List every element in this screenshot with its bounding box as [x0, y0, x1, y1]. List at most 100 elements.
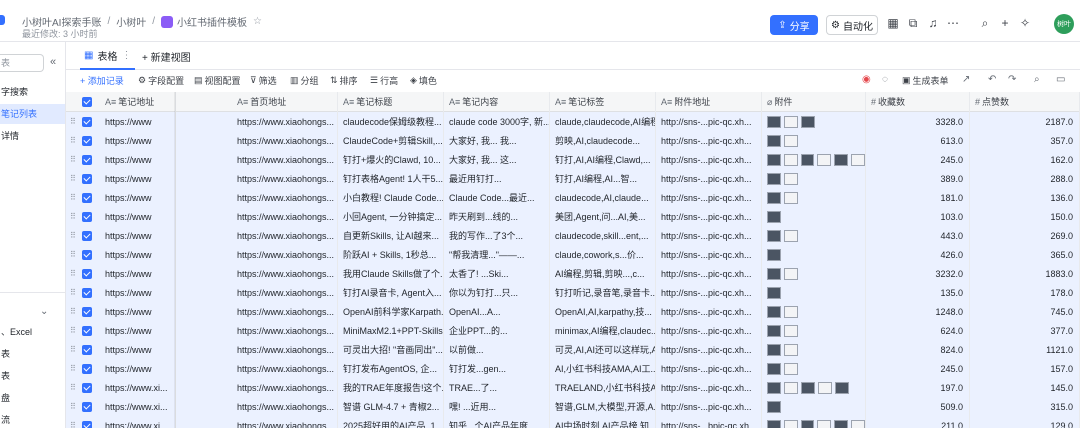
cell-note-tags[interactable]: 智谱,GLM,大模型,开源,A... [550, 397, 656, 417]
cell-note-content[interactable]: 大家好, 我... 我... [444, 131, 550, 151]
cell-attachment-url[interactable]: http://sns-...pic-qc.xh... [656, 150, 762, 170]
cell-note-url[interactable]: https://www [100, 302, 176, 322]
attachment-thumbnail[interactable] [801, 382, 815, 394]
row-checkbox[interactable] [82, 288, 92, 298]
field-config-button[interactable]: ⚙ 字段配置 [138, 74, 184, 87]
view-config-button[interactable]: ▤ 视图配置 [194, 74, 241, 87]
drag-handle-icon[interactable]: ⠿ [70, 207, 76, 227]
automation-button[interactable]: ⚙ 自动化 [826, 15, 878, 35]
share-button[interactable]: ⇪ 分享 [770, 15, 818, 35]
table-row[interactable]: ⠿ https://www.xi... https://www.xiaohongs.… [66, 397, 1080, 417]
cell-attachment-url[interactable]: http://sns-...bpic-qc.xh... [656, 416, 762, 428]
cell-note-title[interactable]: 2025超好用的AI产品, 1... [338, 416, 444, 428]
cell-attachment-url[interactable]: http://sns-...pic-qc.xh... [656, 112, 762, 132]
cell-note-url[interactable]: https://www [100, 188, 176, 208]
cell-home-url[interactable]: https://www.xiaohongs... [232, 416, 338, 428]
cell-note-tags[interactable]: OpenAI,AI,karpathy,技... [550, 302, 656, 322]
cell-favorites[interactable]: 3232.0 [866, 264, 970, 284]
cell-note-tags[interactable]: 美团,Agent,问...AI,美... [550, 207, 656, 227]
cell-attachment-url[interactable]: http://sns-...pic-qc.xh... [656, 169, 762, 189]
cell-likes[interactable]: 145.0 [970, 378, 1080, 398]
ai-assist-icon[interactable]: ◌ [882, 74, 888, 85]
cell-home-url[interactable]: https://www.xiaohongs... [232, 150, 338, 170]
drag-handle-icon[interactable]: ⠿ [70, 283, 76, 303]
cell-likes[interactable]: 315.0 [970, 397, 1080, 417]
column-header-favorites[interactable]: # 收藏数 [866, 92, 970, 112]
cell-note-content[interactable]: OpenAI...A... [444, 302, 550, 322]
drag-handle-icon[interactable]: ⠿ [70, 169, 76, 189]
drag-handle-icon[interactable]: ⠿ [70, 416, 76, 428]
cell-attachment-url[interactable]: http://sns-...pic-qc.xh... [656, 378, 762, 398]
cell-note-url[interactable]: https://www [100, 340, 176, 360]
group-button[interactable]: ▥ 分组 [290, 74, 319, 87]
drag-handle-icon[interactable]: ⠿ [70, 340, 76, 360]
search-icon[interactable]: ⌕ [978, 16, 992, 30]
table-row[interactable]: ⠿ https://www https://www.xiaohongs... 自更新S… [66, 226, 1080, 246]
table-row[interactable]: ⠿ https://www https://www.xiaohongs... 我用Cl… [66, 264, 1080, 284]
attachment-thumbnail[interactable] [767, 401, 781, 413]
attachment-thumbnail[interactable] [784, 135, 798, 147]
plugin-icon[interactable]: ⧉ [906, 16, 920, 30]
cell-home-url[interactable]: https://www.xiaohongs... [232, 359, 338, 379]
cell-note-url[interactable]: https://www.xi... [100, 378, 176, 398]
table-row[interactable]: ⠿ https://www https://www.xiaohongs... Clau… [66, 131, 1080, 151]
sidebar-search-input[interactable]: 表 [0, 54, 44, 72]
share-view-icon[interactable]: ↗ [962, 74, 970, 85]
row-checkbox[interactable] [82, 345, 92, 355]
table-row[interactable]: ⠿ https://www https://www.xiaohongs... 可灵出大… [66, 340, 1080, 360]
cell-home-url[interactable]: https://www.xiaohongs... [232, 302, 338, 322]
cell-note-content[interactable]: 昨天刷到...线的... [444, 207, 550, 227]
attachment-thumbnail[interactable] [784, 382, 798, 394]
cell-note-url[interactable]: https://www [100, 112, 176, 132]
attachment-thumbnail[interactable] [767, 325, 781, 337]
comment-icon[interactable]: ▭ [1056, 74, 1065, 85]
column-header-note-tags[interactable]: A≡ 笔记标签 [550, 92, 656, 112]
cell-note-content[interactable]: 以前做... [444, 340, 550, 360]
row-checkbox[interactable] [82, 231, 92, 241]
cell-note-url[interactable]: https://www [100, 169, 176, 189]
cell-attachment[interactable] [762, 207, 866, 227]
attachment-thumbnail[interactable] [767, 192, 781, 204]
fill-color-button[interactable]: ◈ 填色 [410, 74, 437, 87]
color-palette-icon[interactable]: ◉ [862, 74, 871, 85]
cell-note-title[interactable]: 阶跃AI + Skills, 1秒总... [338, 245, 444, 265]
select-all-checkbox[interactable] [82, 97, 92, 107]
attachment-thumbnail[interactable] [767, 344, 781, 356]
cell-note-url[interactable]: https://www [100, 150, 176, 170]
cell-note-tags[interactable]: claude,cowork,s...价... [550, 245, 656, 265]
attachment-thumbnail[interactable] [767, 287, 781, 299]
cell-note-title[interactable]: OpenAI前科学家Karpath... [338, 302, 444, 322]
attachment-thumbnail[interactable] [767, 363, 781, 375]
attachment-thumbnail[interactable] [784, 173, 798, 185]
drag-handle-icon[interactable]: ⠿ [70, 112, 76, 132]
column-header-note-title[interactable]: A≡ 笔记标题 [338, 92, 444, 112]
cell-home-url[interactable]: https://www.xiaohongs... [232, 188, 338, 208]
table-row[interactable]: ⠿ https://www https://www.xiaohongs... 钉打表格… [66, 169, 1080, 189]
attachment-thumbnail[interactable] [767, 382, 781, 394]
sidebar-toggle-icon[interactable] [0, 15, 5, 25]
table-row[interactable]: ⠿ https://www https://www.xiaohongs... clau… [66, 112, 1080, 132]
collapse-sidebar-icon[interactable]: « [50, 56, 56, 68]
row-checkbox[interactable] [82, 212, 92, 222]
pin-icon[interactable]: ☆ [253, 16, 262, 27]
cell-home-url[interactable]: https://www.xiaohongs... [232, 340, 338, 360]
sidebar-item-note-list[interactable]: 笔记列表 [0, 104, 65, 124]
cell-note-tags[interactable]: 钉打,AI编程,AI...智... [550, 169, 656, 189]
cell-attachment[interactable] [762, 112, 866, 132]
cell-favorites[interactable]: 443.0 [866, 226, 970, 246]
cell-likes[interactable]: 2187.0 [970, 112, 1080, 132]
cell-note-content[interactable]: 知乎...个AI产品年度... [444, 416, 550, 428]
cell-note-title[interactable]: 小回Agent, 一分钟搞定... [338, 207, 444, 227]
cell-attachment[interactable] [762, 188, 866, 208]
table-row[interactable]: ⠿ https://www https://www.xiaohongs... Open… [66, 302, 1080, 322]
cell-attachment[interactable] [762, 397, 866, 417]
cell-attachment[interactable] [762, 131, 866, 151]
attachment-thumbnail[interactable] [800, 420, 815, 428]
attachment-thumbnail[interactable] [784, 306, 798, 318]
cell-note-title[interactable]: 小白教程! Claude Code... [338, 188, 444, 208]
cell-note-url[interactable]: https://www [100, 207, 176, 227]
attachment-thumbnail[interactable] [784, 344, 798, 356]
cell-likes[interactable]: 357.0 [970, 131, 1080, 151]
cell-likes[interactable]: 269.0 [970, 226, 1080, 246]
attachment-thumbnail[interactable] [800, 154, 815, 166]
